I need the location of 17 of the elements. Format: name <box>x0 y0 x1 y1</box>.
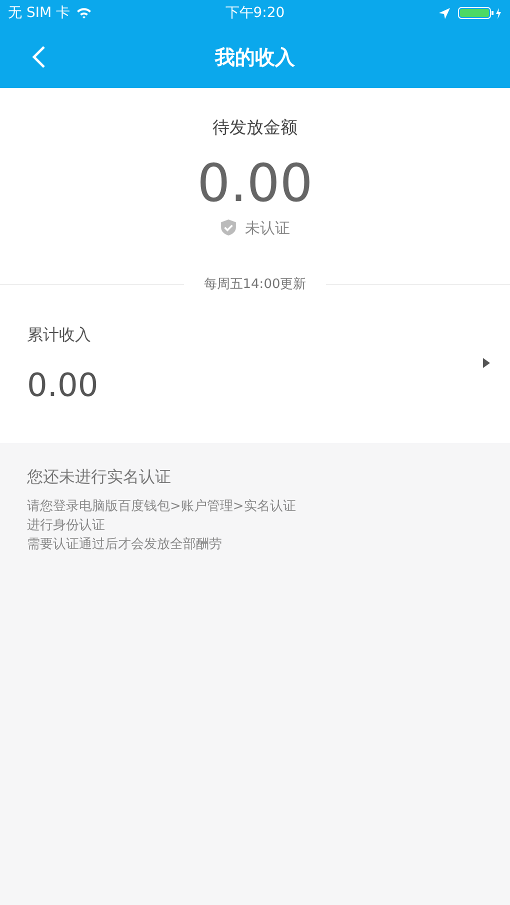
location-arrow-icon <box>439 8 450 18</box>
battery-charging-icon <box>458 6 502 20</box>
total-income-amount: 0.00 <box>27 366 98 402</box>
wifi-icon <box>76 7 92 19</box>
status-time: 下午9:20 <box>225 4 285 22</box>
carrier-text: 无 SIM 卡 <box>8 4 70 22</box>
pending-label: 待发放金额 <box>212 117 298 140</box>
update-note: 每周五14:00更新 <box>202 276 308 294</box>
play-triangle-icon[interactable] <box>483 358 490 368</box>
notice-line: 请您登录电脑版百度钱包>账户管理>实名认证 <box>27 498 297 516</box>
pending-amount: 0.00 <box>197 154 313 214</box>
notice-line: 需要认证通过后才会发放全部酬劳 <box>27 536 223 554</box>
page-title: 我的收入 <box>215 44 295 71</box>
verification-status: 未认证 <box>245 218 290 238</box>
total-income-label: 累计收入 <box>27 324 92 346</box>
notice-title: 您还未进行实名认证 <box>27 466 172 488</box>
notice-line: 进行身份认证 <box>27 517 106 535</box>
